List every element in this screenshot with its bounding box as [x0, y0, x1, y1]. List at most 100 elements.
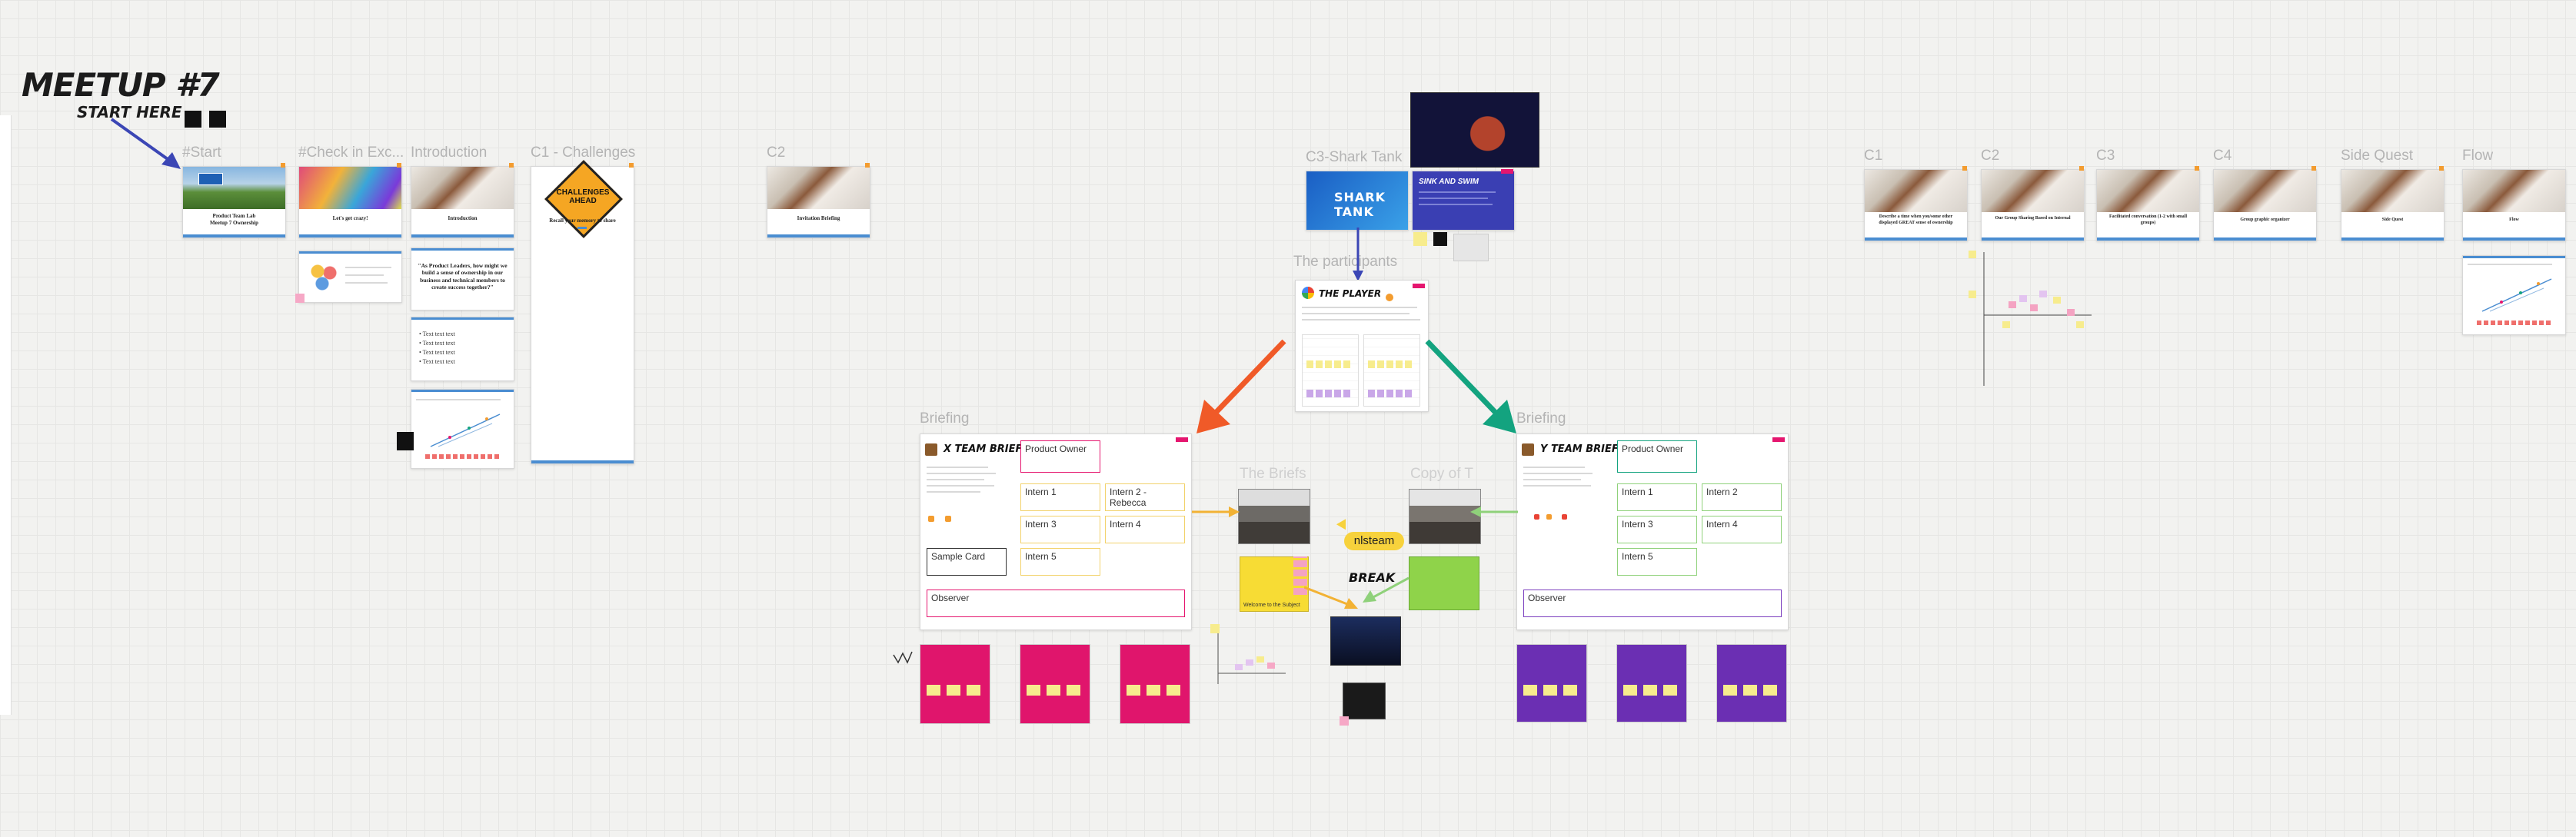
frame-label-copy-of[interactable]: Copy of T [1410, 466, 1473, 483]
team-pill[interactable]: nlsteam [1344, 532, 1404, 550]
frame-label-c3-right[interactable]: C3 [2096, 148, 2115, 164]
intro-card[interactable]: Introduction [411, 166, 514, 238]
x-team-brief[interactable]: X TEAM BRIEF Product Owner Intern 1 Inte… [920, 433, 1192, 630]
frame-label-the-briefs[interactable]: The Briefs [1240, 466, 1306, 483]
c1-right-card[interactable]: Describe a time when you/some other disp… [1864, 169, 1968, 241]
x-observer[interactable]: Observer [927, 590, 1185, 617]
flow-card[interactable]: Flow [2462, 169, 2566, 241]
frame-label-start[interactable]: #Start [182, 144, 221, 161]
shark-tank-slide[interactable]: SINK AND SWIM [1412, 171, 1515, 231]
card-bottom-bar [183, 234, 285, 237]
c2-left-card-text: Invitation Briefing [797, 215, 840, 221]
list-card[interactable]: • Text text text • Text text text • Text… [411, 317, 514, 381]
comment-marker[interactable] [2079, 166, 2084, 171]
graph-card[interactable] [411, 389, 514, 469]
text-line [927, 473, 996, 474]
yellow-sticky[interactable] [1413, 232, 1427, 246]
y-product-owner[interactable]: Product Owner [1617, 440, 1697, 473]
frame-label-c1-challenges[interactable]: C1 - Challenges [531, 144, 635, 161]
sticky-row [1368, 390, 1414, 397]
frame-label-flow[interactable]: Flow [2462, 148, 2493, 164]
x-intern-4[interactable]: Intern 4 [1105, 516, 1185, 543]
checkin-card[interactable]: Let's get crazy! [298, 166, 402, 238]
c2-right-card[interactable]: Our Group Sharing Based on Internal [1981, 169, 2085, 241]
presenter-photo [2341, 170, 2444, 212]
card-top-bar [2463, 256, 2565, 258]
x-intern-2[interactable]: Intern 2 - Rebecca [1105, 483, 1185, 511]
comment-marker[interactable] [2311, 166, 2316, 171]
comment-marker[interactable] [2195, 166, 2199, 171]
space-slide[interactable] [1410, 92, 1539, 168]
emoji-card[interactable] [298, 251, 402, 303]
x-sample-card[interactable]: Sample Card [927, 548, 1007, 576]
pink-sticky[interactable] [295, 294, 305, 303]
y-intern-4[interactable]: Intern 4 [1702, 516, 1782, 543]
frame-label-briefing-x[interactable]: Briefing [920, 410, 969, 427]
comment-marker[interactable] [397, 163, 401, 168]
y-observer[interactable]: Observer [1523, 590, 1782, 617]
frame-label-c1-right[interactable]: C1 [1864, 148, 1882, 164]
frame-label-briefing-y[interactable]: Briefing [1516, 410, 1566, 427]
player-card[interactable]: THE PLAYER [1295, 280, 1429, 412]
presenter-photo [2097, 170, 2199, 212]
side-quest-card[interactable]: Side Quest [2341, 169, 2445, 241]
comment-marker[interactable] [1962, 166, 1967, 171]
y-team-title: Y TEAM BRIEF [1540, 443, 1619, 455]
y-intern-2[interactable]: Intern 2 [1702, 483, 1782, 511]
frame-label-c2-left[interactable]: C2 [767, 144, 785, 161]
purple-team-card-3[interactable] [1716, 644, 1787, 722]
purple-team-card-1[interactable] [1516, 644, 1587, 722]
pink-team-card-2[interactable] [1020, 644, 1090, 724]
list-item: • Text text text [419, 349, 455, 356]
pink-team-card-1[interactable] [920, 644, 990, 724]
x-intern-3[interactable]: Intern 3 [1020, 516, 1100, 543]
card-top-bar [411, 390, 514, 392]
c2-left-card[interactable]: Invitation Briefing [767, 166, 870, 238]
frame-label-intro[interactable]: Introduction [411, 144, 487, 161]
frame-label-shark-tank[interactable]: C3-Shark Tank [1306, 149, 1402, 166]
quote-card[interactable]: "As Product Leaders, how might we build … [411, 247, 514, 311]
pink-tag [1176, 437, 1188, 442]
comment-marker[interactable] [865, 163, 870, 168]
text-line [927, 467, 988, 468]
meeting-room-photo-left[interactable] [1238, 489, 1310, 544]
x-product-owner[interactable]: Product Owner [1020, 440, 1100, 473]
comment-marker[interactable] [2439, 166, 2444, 171]
sticky [947, 685, 960, 696]
challenges-card[interactable]: CHALLENGES AHEAD Recall your memory to s… [531, 160, 634, 464]
pink-team-card-3[interactable] [1120, 644, 1190, 724]
event-photo[interactable] [1330, 616, 1401, 666]
y-team-brief[interactable]: Y TEAM BRIEF Product Owner Intern 1 Inte… [1516, 433, 1789, 630]
c3-right-card[interactable]: Facilitated conversation (1-2 with small… [2096, 169, 2200, 241]
yellow-sticky[interactable] [1210, 624, 1220, 633]
pink-sticky[interactable] [1340, 716, 1349, 726]
y-intern-3[interactable]: Intern 3 [1617, 516, 1697, 543]
frame-label-c2-right[interactable]: C2 [1981, 148, 1999, 164]
comment-marker[interactable] [509, 163, 514, 168]
text-line [1523, 473, 1593, 474]
purple-team-card-2[interactable] [1616, 644, 1687, 722]
x-intern-1[interactable]: Intern 1 [1020, 483, 1100, 511]
list-items: • Text text text • Text text text • Text… [419, 330, 455, 367]
comment-marker[interactable] [281, 163, 285, 168]
start-card[interactable]: Product Team Lab Meetup 7 Ownership [182, 166, 286, 238]
y-intern-5[interactable]: Intern 5 [1617, 548, 1697, 576]
yellow-sticky[interactable] [1969, 291, 1976, 298]
yellow-sticky[interactable] [1969, 251, 1976, 258]
player-title: THE PLAYER [1319, 288, 1382, 299]
comment-marker[interactable] [629, 163, 634, 168]
left-panel-edge [0, 115, 12, 715]
text-line [1302, 307, 1417, 308]
frame-label-participants[interactable]: The participants [1293, 254, 1397, 271]
frame-label-checkin[interactable]: #Check in Exc... [298, 144, 404, 161]
green-card[interactable] [1409, 556, 1479, 610]
frame-label-c4-right[interactable]: C4 [2213, 148, 2232, 164]
x-intern-5[interactable]: Intern 5 [1020, 548, 1100, 576]
frame-label-side-quest[interactable]: Side Quest [2341, 148, 2413, 164]
shark-tank-card[interactable]: SHARK TANK [1306, 171, 1409, 231]
flow-diagram-card[interactable] [2462, 255, 2566, 335]
c4-right-card[interactable]: Group graphic organizer [2213, 169, 2317, 241]
person-icon [1534, 514, 1539, 520]
y-intern-1[interactable]: Intern 1 [1617, 483, 1697, 511]
card-top-bar [299, 251, 401, 254]
